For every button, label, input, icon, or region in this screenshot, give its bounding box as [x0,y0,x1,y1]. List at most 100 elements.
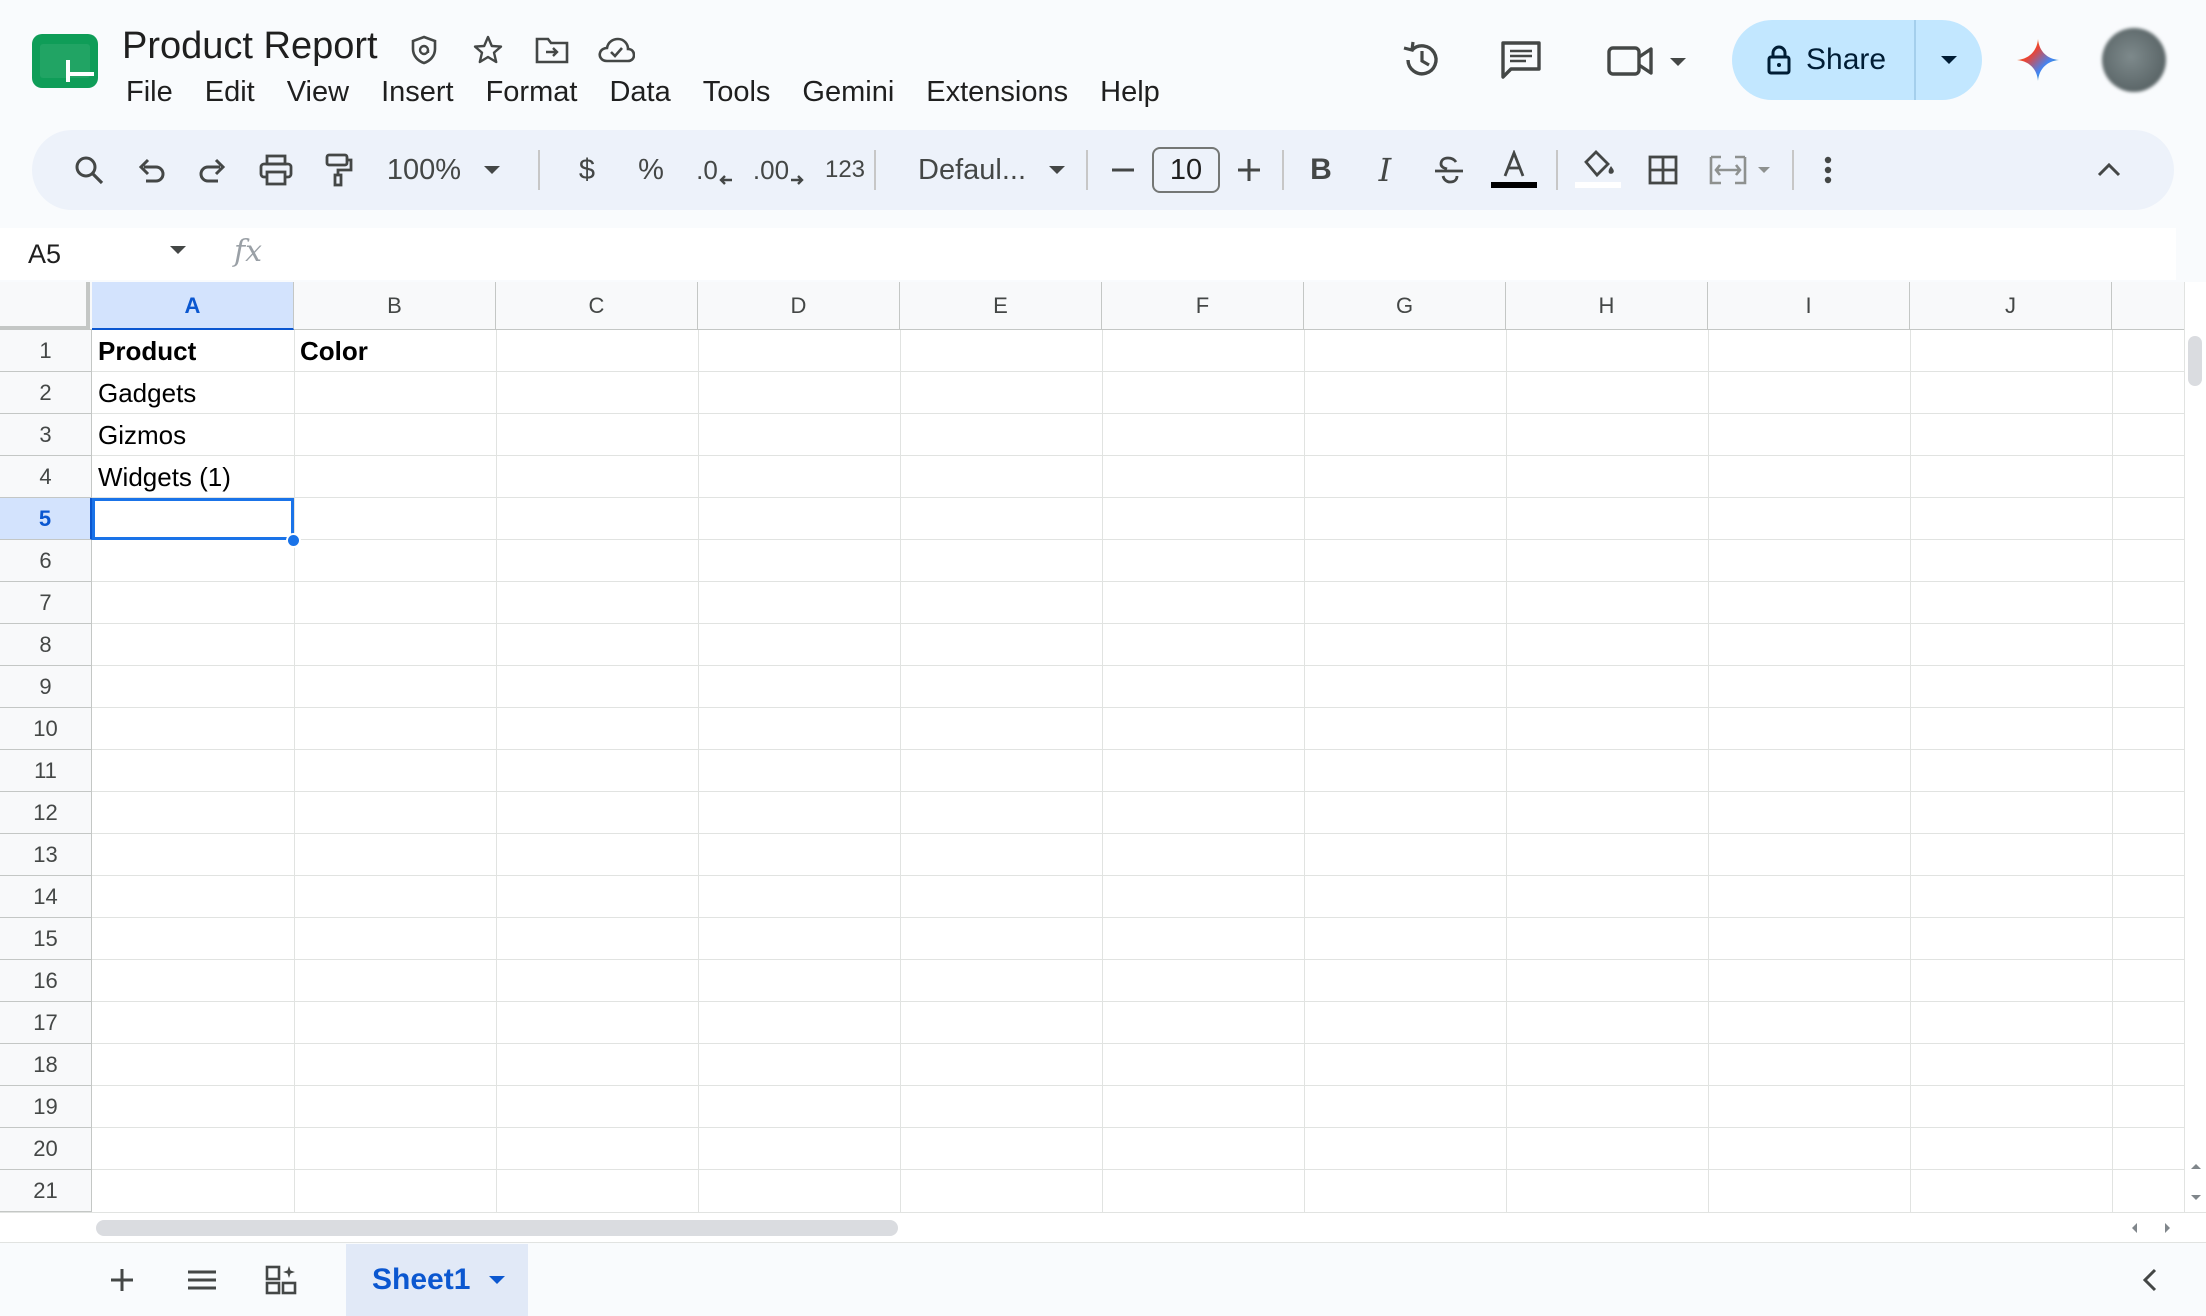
column-header-g[interactable]: G [1304,282,1506,330]
paint-format-icon[interactable] [314,130,364,210]
row-header[interactable]: 9 [0,666,92,708]
avatar[interactable] [2102,28,2166,92]
row-header[interactable]: 10 [0,708,92,750]
italic-icon[interactable]: I [1360,130,1410,210]
text-color-icon[interactable] [1488,130,1540,210]
side-panel-toggle-icon[interactable] [2126,1256,2174,1304]
tab-sheet1[interactable]: Sheet1 [346,1244,528,1316]
row-header[interactable]: 15 [0,918,92,960]
menu-format[interactable]: Format [470,70,594,114]
row-header[interactable]: 11 [0,750,92,792]
cell-a2[interactable]: Gadgets [92,372,294,414]
column-header-b[interactable]: B [294,282,496,330]
row-header[interactable]: 17 [0,1002,92,1044]
row-header[interactable]: 12 [0,792,92,834]
menu-data[interactable]: Data [593,70,686,114]
horizontal-scroll-thumb[interactable] [96,1220,898,1236]
vertical-scroll-thumb[interactable] [2188,336,2202,386]
explore-icon[interactable] [258,1256,306,1304]
more-icon[interactable] [1808,130,1848,210]
cell-a1[interactable]: Product [92,330,294,372]
scroll-left-icon[interactable] [2130,1222,2138,1234]
percent-format-button[interactable]: % [626,130,676,210]
chevron-down-icon[interactable] [488,1275,506,1285]
row-header-selected[interactable]: 5 [0,498,92,540]
row-header[interactable]: 14 [0,876,92,918]
bold-icon[interactable]: B [1296,130,1346,210]
fill-color-icon[interactable] [1572,130,1624,210]
row-header[interactable]: 21 [0,1170,92,1212]
share-main-button[interactable]: Share [1732,20,1916,100]
strikethrough-icon[interactable] [1424,130,1474,210]
selected-cell-a5[interactable] [92,498,294,540]
cell-area[interactable]: Product Color Gadgets Gizmos Widgets (1) [92,330,2184,1212]
gemini-icon[interactable] [2012,30,2064,90]
number-format-button[interactable]: 123 [812,130,878,210]
column-header-e[interactable]: E [900,282,1102,330]
add-sheet-icon[interactable] [98,1256,146,1304]
video-icon[interactable] [1606,30,1690,90]
increase-font-size-button[interactable] [1224,130,1274,210]
column-header-a[interactable]: A [92,282,294,330]
cell-b1[interactable]: Color [294,330,496,372]
row-header[interactable]: 4 [0,456,92,498]
scroll-up-icon[interactable] [2190,1162,2202,1170]
increase-decimal-button[interactable]: .00 [750,130,808,210]
cloud-check-icon[interactable] [596,30,636,70]
all-sheets-icon[interactable] [178,1256,226,1304]
menu-file[interactable]: File [110,70,189,114]
fill-handle[interactable] [286,533,301,548]
column-header-i[interactable]: I [1708,282,1910,330]
name-box[interactable]: A5 [28,234,188,274]
row-header[interactable]: 20 [0,1128,92,1170]
decrease-decimal-button[interactable]: .0 [688,130,742,210]
row-header[interactable]: 7 [0,582,92,624]
row-header[interactable]: 13 [0,834,92,876]
row-header[interactable]: 1 [0,330,92,372]
share-dropdown-button[interactable] [1916,20,1982,100]
column-header-h[interactable]: H [1506,282,1708,330]
comment-icon[interactable] [1496,30,1546,90]
menu-insert[interactable]: Insert [365,70,470,114]
vertical-scrollbar[interactable] [2184,282,2206,1212]
menu-gemini[interactable]: Gemini [786,70,910,114]
formula-input[interactable] [280,234,2170,276]
menu-edit[interactable]: Edit [189,70,271,114]
menu-view[interactable]: View [271,70,365,114]
column-header-d[interactable]: D [698,282,900,330]
redo-icon[interactable] [188,130,238,210]
menu-help[interactable]: Help [1084,70,1176,114]
chevron-down-icon[interactable] [168,244,188,256]
font-family-select[interactable]: Defaul... [896,130,1088,210]
select-all-corner[interactable] [0,282,90,330]
column-header-j[interactable]: J [1910,282,2112,330]
currency-format-button[interactable]: $ [562,130,612,210]
row-header[interactable]: 8 [0,624,92,666]
merge-icon[interactable] [1706,130,1782,210]
scroll-down-icon[interactable] [2190,1194,2202,1202]
sheets-logo-icon[interactable] [32,34,102,90]
undo-icon[interactable] [126,130,176,210]
print-icon[interactable] [250,130,302,210]
star-icon[interactable] [468,30,508,70]
zoom-select[interactable]: 100% [384,130,504,210]
row-header[interactable]: 2 [0,372,92,414]
menu-tools[interactable]: Tools [687,70,787,114]
column-header-c[interactable]: C [496,282,698,330]
shield-icon[interactable] [404,30,444,70]
row-header[interactable]: 18 [0,1044,92,1086]
row-header[interactable]: 16 [0,960,92,1002]
collapse-icon[interactable] [2084,130,2134,210]
search-icon[interactable] [62,130,116,210]
share-button[interactable]: Share [1732,20,1982,100]
history-icon[interactable] [1398,30,1446,90]
font-size-input[interactable]: 10 [1152,147,1220,193]
row-header[interactable]: 3 [0,414,92,456]
document-title[interactable]: Product Report [122,22,378,70]
cell-a4[interactable]: Widgets (1) [92,456,294,498]
column-header-f[interactable]: F [1102,282,1304,330]
scroll-right-icon[interactable] [2164,1222,2172,1234]
borders-icon[interactable] [1638,130,1688,210]
menu-extensions[interactable]: Extensions [910,70,1084,114]
row-header[interactable]: 19 [0,1086,92,1128]
